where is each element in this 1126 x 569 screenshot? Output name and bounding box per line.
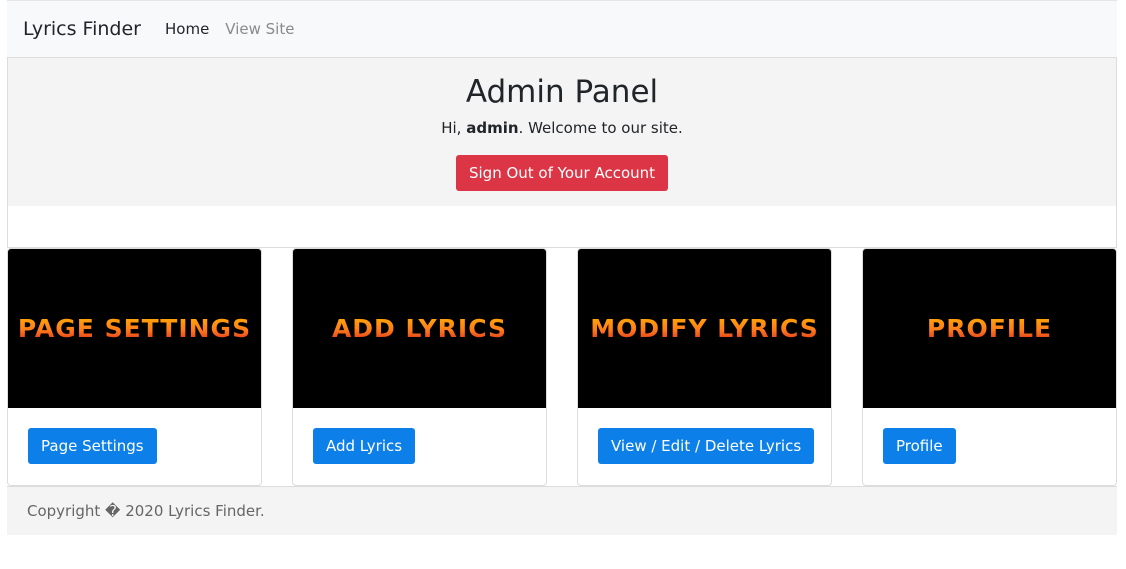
modify-lyrics-button[interactable]: View / Edit / Delete Lyrics bbox=[598, 428, 815, 464]
card-modify-lyrics: MODIFY LYRICS View / Edit / Delete Lyric… bbox=[577, 248, 832, 486]
admin-header: Admin Panel Hi, admin. Welcome to our si… bbox=[7, 57, 1117, 207]
card-image-text: ADD LYRICS bbox=[331, 314, 508, 343]
section-divider bbox=[7, 206, 1117, 248]
add-lyrics-button[interactable]: Add Lyrics bbox=[313, 428, 416, 464]
card-image-add-lyrics: ADD LYRICS bbox=[293, 249, 546, 408]
card-image-text: PAGE SETTINGS bbox=[17, 314, 252, 343]
card-add-lyrics: ADD LYRICS Add Lyrics bbox=[292, 248, 547, 486]
page-settings-button[interactable]: Page Settings bbox=[28, 428, 157, 464]
greeting-prefix: Hi, bbox=[441, 119, 467, 137]
greeting-text: Hi, admin. Welcome to our site. bbox=[8, 119, 1116, 137]
navbar: Lyrics Finder Home View Site bbox=[7, 0, 1117, 57]
nav-link-view-site[interactable]: View Site bbox=[225, 20, 294, 38]
nav-link-home[interactable]: Home bbox=[165, 20, 209, 38]
footer: Copyright � 2020 Lyrics Finder. bbox=[7, 486, 1117, 535]
copyright-text: Copyright � 2020 Lyrics Finder. bbox=[27, 502, 265, 520]
greeting-suffix: . Welcome to our site. bbox=[518, 119, 683, 137]
card-image-modify-lyrics: MODIFY LYRICS bbox=[578, 249, 831, 408]
card-page-settings: PAGE SETTINGS Page Settings bbox=[7, 248, 262, 486]
card-image-text: PROFILE bbox=[926, 314, 1053, 343]
signout-button[interactable]: Sign Out of Your Account bbox=[455, 155, 669, 191]
profile-button[interactable]: Profile bbox=[883, 428, 956, 464]
card-image-page-settings: PAGE SETTINGS bbox=[8, 249, 261, 408]
card-image-text: MODIFY LYRICS bbox=[590, 314, 819, 343]
card-profile: PROFILE Profile bbox=[862, 248, 1117, 486]
username: admin bbox=[466, 119, 519, 137]
brand-link[interactable]: Lyrics Finder bbox=[23, 18, 141, 40]
card-image-profile: PROFILE bbox=[863, 249, 1116, 408]
page-title: Admin Panel bbox=[465, 74, 659, 110]
